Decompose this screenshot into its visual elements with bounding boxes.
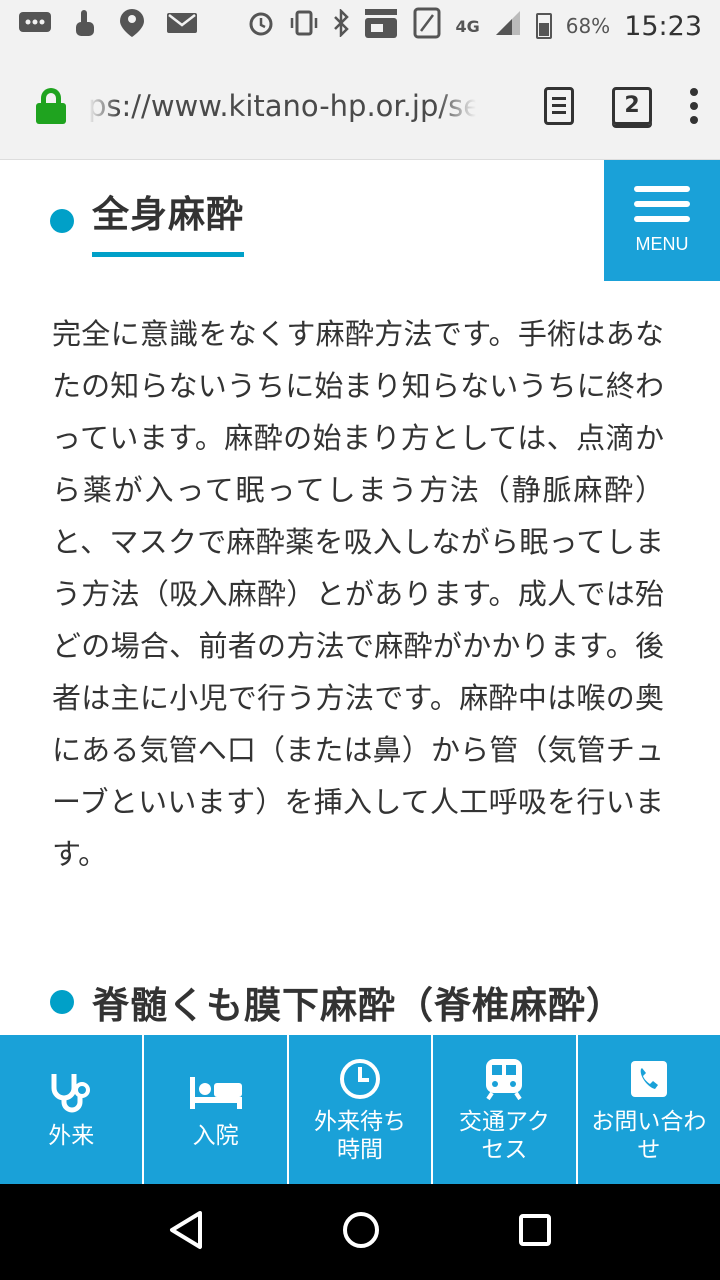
system-nav-bar <box>0 1184 720 1280</box>
nav-item-access[interactable]: 交通アクセス <box>433 1035 578 1184</box>
signal-icon <box>494 9 522 43</box>
nav-label: 交通アクセス <box>458 1108 550 1163</box>
nav-label: お問い合わせ <box>591 1108 707 1163</box>
nav-label: 外来 <box>48 1122 95 1149</box>
heading-bullet <box>50 990 74 1014</box>
nav-item-outpatient[interactable]: 外来 <box>0 1035 145 1184</box>
tab-switcher-button[interactable]: 2 <box>612 86 652 125</box>
alarm-icon <box>247 9 275 43</box>
section-body: 完全に意識をなくす麻酔方法です。手術はあなたの知らないうちに始まり知らないうちに… <box>52 317 664 871</box>
nav-item-wait-time[interactable]: 外来待ち時間 <box>289 1035 434 1184</box>
mail-icon <box>166 11 198 42</box>
page-content: 全身麻酔 完全に意識をなくす麻酔方法です。手術はあなたの知らないうちに始まり知ら… <box>0 160 720 1035</box>
nav-label: 入院 <box>192 1122 239 1149</box>
phone-icon <box>629 1056 669 1102</box>
section-heading-general-anesthesia: 全身麻酔 <box>50 184 244 257</box>
address-bar: ps://www.kitano-hp.or.jp/se 2 <box>0 52 720 160</box>
train-icon <box>484 1056 524 1102</box>
clock-icon <box>338 1056 382 1102</box>
battery-level: 68% <box>565 14 611 38</box>
bottom-nav: 外来 入院 外来待ち時間 交通アクセス お問い合わせ <box>0 1035 720 1184</box>
url-field[interactable]: ps://www.kitano-hp.or.jp/se <box>88 89 476 123</box>
section-title: 脊髄くも膜下麻酔（脊椎麻酔） <box>92 984 624 1027</box>
home-icon[interactable] <box>341 1210 381 1254</box>
message-icon <box>18 10 52 43</box>
nfc-icon <box>413 7 441 45</box>
touch-icon <box>72 8 98 45</box>
sim-icon <box>363 5 399 47</box>
vibrate-icon <box>289 9 319 43</box>
reader-mode-icon[interactable] <box>544 86 574 125</box>
status-bar: 4G 68% 15:23 <box>0 0 720 52</box>
lock-icon[interactable] <box>36 87 66 124</box>
menu-button[interactable]: MENU <box>604 160 720 281</box>
network-type: 4G <box>455 16 480 36</box>
bed-icon <box>188 1070 244 1116</box>
back-icon[interactable] <box>168 1210 204 1254</box>
battery-icon <box>535 13 552 39</box>
nav-item-inpatient[interactable]: 入院 <box>144 1035 289 1184</box>
recents-icon[interactable] <box>518 1213 552 1251</box>
location-person-icon <box>118 7 146 46</box>
bluetooth-icon <box>333 7 350 43</box>
stethoscope-icon <box>48 1070 94 1116</box>
hamburger-icon <box>634 186 690 222</box>
clock-time: 15:23 <box>624 10 702 42</box>
section-heading-spinal-anesthesia: 脊髄くも膜下麻酔（脊椎麻酔） <box>50 975 624 1029</box>
nav-item-contact[interactable]: お問い合わせ <box>578 1035 720 1184</box>
more-options-icon[interactable] <box>690 87 698 124</box>
heading-bullet <box>50 208 74 233</box>
menu-label: MENU <box>635 234 689 254</box>
nav-label: 外来待ち時間 <box>314 1108 407 1163</box>
section-title: 全身麻酔 <box>92 184 244 257</box>
